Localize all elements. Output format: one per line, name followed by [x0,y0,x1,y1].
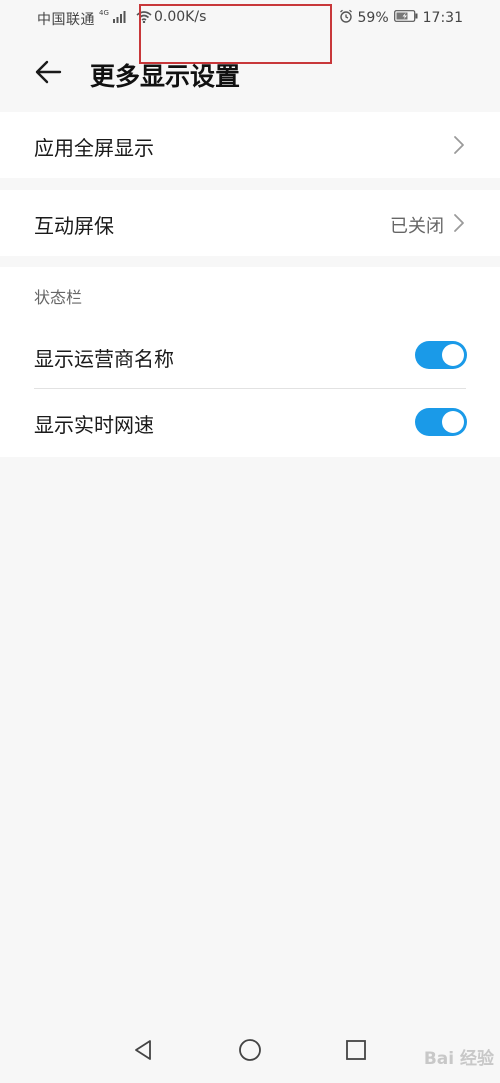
battery-charging-icon [393,10,418,26]
toggle-show-realtime-speed[interactable] [415,408,467,436]
battery-percent: 59% [357,10,389,26]
recents-square-icon [345,1039,367,1065]
row-label-fullscreen-display: 应用全屏显示 [34,136,154,160]
navigation-bar: Bai 经验 [0,1021,500,1083]
chevron-right-icon [452,135,466,155]
settings-row-interactive-screensaver[interactable]: 互动屏保 已关闭 [0,190,500,256]
back-button[interactable] [28,54,68,94]
nav-home-button[interactable] [235,1037,265,1067]
settings-row-fullscreen-display[interactable]: 应用全屏显示 [0,112,500,178]
page-title: 更多显示设置 [90,62,241,91]
home-circle-icon [238,1038,262,1066]
chevron-right-icon [452,213,466,233]
status-bar: 中国联通 4G 0.00K/s 59% 17:31 [0,0,500,64]
status-bar-right: 59% 17:31 [339,9,463,27]
settings-row-show-carrier-name[interactable]: 显示运营商名称 [0,323,500,387]
status-bar-left: 中国联通 4G [37,9,152,29]
toggle-show-carrier-name[interactable] [415,341,467,369]
nav-recents-button[interactable] [341,1037,371,1067]
row-label-show-carrier-name: 显示运营商名称 [34,347,174,371]
settings-row-show-realtime-speed[interactable]: 显示实时网速 [0,389,500,453]
carrier-name: 中国联通 [37,12,95,28]
back-triangle-icon [132,1039,154,1065]
row-label-interactive-screensaver: 互动屏保 [34,214,114,238]
watermark: Bai 经验 [423,1049,494,1069]
alarm-icon [339,9,353,27]
row-label-show-realtime-speed: 显示实时网速 [34,413,154,437]
network-type: 4G [99,9,109,17]
signal-icon [112,11,127,27]
arrow-left-icon [34,60,62,88]
toggle-knob [442,344,464,366]
status-bar-settings-section: 状态栏 显示运营商名称 显示实时网速 [0,267,500,457]
row-value-interactive-screensaver: 已关闭 [390,216,444,237]
nav-back-button[interactable] [128,1037,158,1067]
section-header-status-bar: 状态栏 [34,288,83,307]
clock-time: 17:31 [422,10,463,26]
page-header: 更多显示设置 [0,44,500,106]
toggle-knob [442,411,464,433]
